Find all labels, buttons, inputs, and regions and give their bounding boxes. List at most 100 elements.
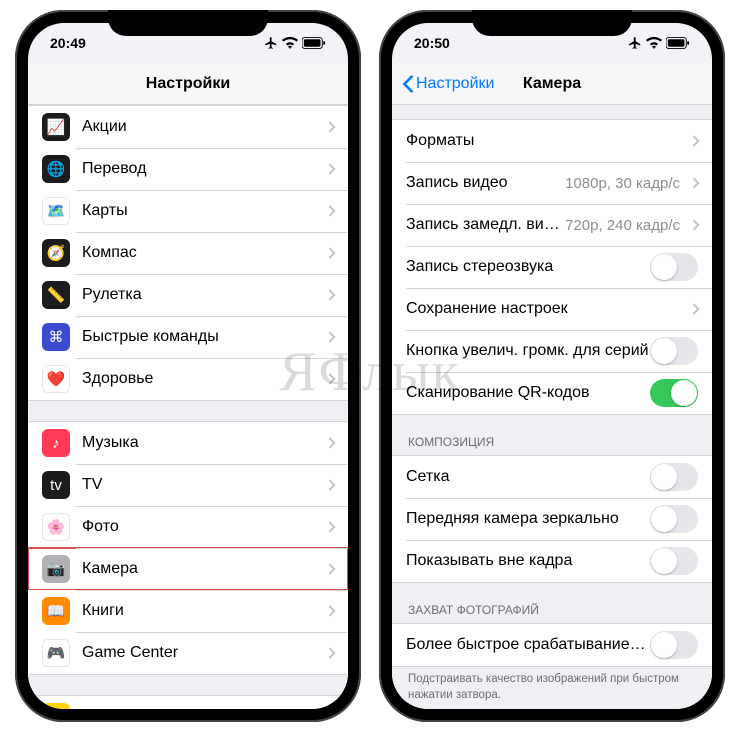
row-label: Сохранение настроек	[406, 300, 686, 318]
row-label: Быстрые команды	[82, 328, 322, 346]
settings-list[interactable]: 📈 Акции 🌐 Перевод 🗺️ Карты 🧭 Компас 📏 Рулетка ⌘ Быс…	[28, 105, 348, 709]
row-label: Форматы	[406, 132, 686, 150]
back-label: Настройки	[416, 75, 494, 93]
row-label: Компас	[82, 244, 322, 262]
status-right-icons	[264, 36, 326, 50]
row-label: Game Center	[82, 644, 322, 662]
app-icon: 📈	[42, 113, 70, 141]
settings-row[interactable]: Запись стереозвука	[392, 246, 712, 288]
row-label: Здоровье	[82, 370, 322, 388]
toggle-switch[interactable]	[650, 463, 698, 491]
settings-row[interactable]: Более быстрое срабатывание затвора	[392, 624, 712, 666]
back-button[interactable]: Настройки	[398, 63, 498, 104]
toggle-switch[interactable]	[650, 337, 698, 365]
chevron-right-icon	[324, 163, 335, 174]
settings-row[interactable]: 📏 Рулетка	[28, 274, 348, 316]
settings-row[interactable]: Запись замедл. видео720p, 240 кадр/с	[392, 204, 712, 246]
page-title: Настройки	[146, 75, 230, 93]
settings-row[interactable]: Передняя камера зеркально	[392, 498, 712, 540]
app-icon: 🎮	[42, 639, 70, 667]
chevron-right-icon	[324, 563, 335, 574]
row-label: Камера	[82, 560, 322, 578]
chevron-right-icon	[688, 303, 699, 314]
titlebar: Настройки	[28, 63, 348, 105]
settings-row[interactable]: 📷 Камера	[28, 548, 348, 590]
chevron-right-icon	[324, 289, 335, 300]
chevron-right-icon	[324, 121, 335, 132]
phone-left: 20:49 Настройки 📈Акции🌐Перевод🗺️Карты🧭Ко…	[15, 10, 361, 722]
settings-row[interactable]: 📖Книги	[28, 590, 348, 632]
settings-row[interactable]: Сохранение настроек	[392, 288, 712, 330]
app-icon: tv	[42, 471, 70, 499]
app-icon: ⌘	[42, 323, 70, 351]
titlebar: Настройки Камера	[392, 63, 712, 105]
row-label: Более быстрое срабатывание затвора	[406, 636, 650, 654]
chevron-right-icon	[324, 437, 335, 448]
chevron-left-icon	[402, 75, 414, 93]
airplane-icon	[628, 36, 642, 50]
screen-right: 20:50 Настройки Камера ФорматыЗапись вид…	[392, 23, 712, 709]
app-icon: 📷	[42, 555, 70, 583]
settings-row[interactable]: 🎮 Game Center	[28, 632, 348, 674]
settings-row[interactable]: 🗺️ Карты	[28, 190, 348, 232]
settings-row[interactable]: 📈 Акции	[28, 106, 348, 148]
settings-row[interactable]: ♪ Музыка	[28, 422, 348, 464]
battery-icon	[302, 37, 326, 49]
wifi-icon	[282, 37, 298, 49]
chevron-right-icon	[324, 373, 335, 384]
page-title: Камера	[523, 75, 581, 93]
settings-row[interactable]: tvTV	[28, 464, 348, 506]
settings-row[interactable]: 🌸 Фото	[28, 506, 348, 548]
toggle-switch[interactable]	[650, 547, 698, 575]
chevron-right-icon	[324, 605, 335, 616]
app-icon: 🌐	[42, 155, 70, 183]
row-label: Сетка	[406, 468, 650, 486]
settings-row[interactable]: Показывать вне кадра	[392, 540, 712, 582]
settings-row[interactable]: 🌐 Перевод	[28, 148, 348, 190]
toggle-switch[interactable]	[650, 379, 698, 407]
toggle-switch[interactable]	[650, 631, 698, 659]
row-label: Передняя камера зеркально	[406, 510, 650, 528]
chevron-right-icon	[324, 479, 335, 490]
toggle-switch[interactable]	[650, 253, 698, 281]
toggle-switch[interactable]	[650, 505, 698, 533]
row-label: АйДаПрикол	[82, 708, 322, 709]
row-value: 1080p, 30 кадр/с	[565, 175, 680, 192]
app-icon: 🗺️	[42, 197, 70, 225]
wifi-icon	[646, 37, 662, 49]
row-label: Акции	[82, 118, 322, 136]
chevron-right-icon	[324, 331, 335, 342]
settings-row[interactable]: 🧭 Компас	[28, 232, 348, 274]
status-right-icons	[628, 36, 690, 50]
row-label: Фото	[82, 518, 322, 536]
settings-row[interactable]: ⌘ Быстрые команды	[28, 316, 348, 358]
app-icon: 🧭	[42, 239, 70, 267]
battery-icon	[666, 37, 690, 49]
app-icon: ♪	[42, 429, 70, 457]
row-label: Рулетка	[82, 286, 322, 304]
screen-left: 20:49 Настройки 📈Акции🌐Перевод🗺️Карты🧭Ко…	[28, 23, 348, 709]
settings-row[interactable]: 😊АйДаПрикол	[28, 696, 348, 709]
settings-row[interactable]: ❤️ Здоровье	[28, 358, 348, 400]
chevron-right-icon	[688, 135, 699, 146]
row-label: Карты	[82, 202, 322, 220]
app-icon: 📖	[42, 597, 70, 625]
settings-row[interactable]: Кнопка увелич. громк. для серий	[392, 330, 712, 372]
settings-row[interactable]: Форматы	[392, 120, 712, 162]
row-label: Кнопка увелич. громк. для серий	[406, 342, 650, 360]
camera-settings[interactable]: ФорматыЗапись видео1080p, 30 кадр/сЗапис…	[392, 105, 712, 709]
chevron-right-icon	[324, 521, 335, 532]
app-icon: 🌸	[42, 513, 70, 541]
chevron-right-icon	[688, 177, 699, 188]
row-label: Перевод	[82, 160, 322, 178]
settings-row[interactable]: Сканирование QR-кодов	[392, 372, 712, 414]
row-label: Музыка	[82, 434, 322, 452]
settings-row[interactable]: Запись видео1080p, 30 кадр/с	[392, 162, 712, 204]
app-icon: 📏	[42, 281, 70, 309]
settings-row[interactable]: Сетка	[392, 456, 712, 498]
chevron-right-icon	[688, 219, 699, 230]
app-icon: ❤️	[42, 365, 70, 393]
row-label: Запись стереозвука	[406, 258, 650, 276]
row-label: Сканирование QR-кодов	[406, 384, 650, 402]
notch	[472, 10, 632, 36]
